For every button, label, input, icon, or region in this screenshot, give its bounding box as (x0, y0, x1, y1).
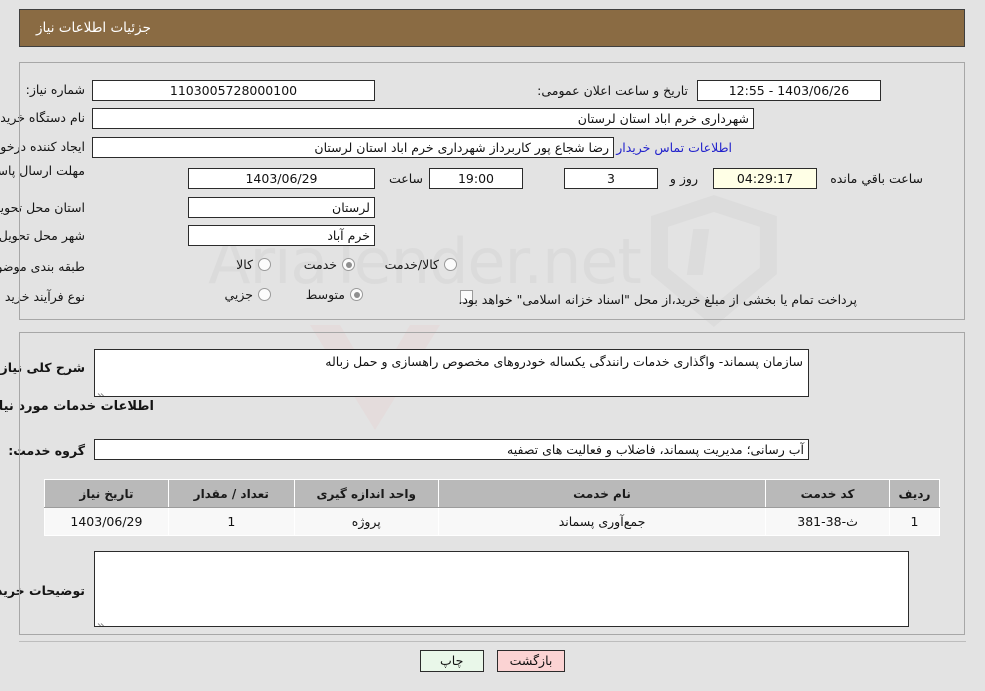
page-title: جزئیات اطلاعات نیاز (36, 20, 151, 36)
cell-row-number: 1 (888, 507, 941, 536)
col-quantity: تعداد / مقدار (167, 479, 295, 508)
table-header-row: ردیف کد خدمت نام خدمت واحد اندازه گیری ت… (44, 479, 941, 508)
col-row-number: ردیف (888, 479, 941, 508)
cell-service-name: جمع‌آوری پسماند (437, 507, 767, 536)
col-service-name: نام خدمت (437, 479, 767, 508)
cell-quantity: 1 (167, 507, 295, 536)
col-unit: واحد اندازه گیری (293, 479, 439, 508)
service-items-table: ردیف کد خدمت نام خدمت واحد اندازه گیری ت… (44, 479, 941, 536)
cell-service-code: ث-38-381 (765, 507, 890, 536)
table-row: 1 ث-38-381 جمع‌آوری پسماند پروژه 1 1403/… (44, 507, 941, 536)
col-service-code: کد خدمت (765, 479, 890, 508)
cell-need-date: 1403/06/29 (44, 507, 169, 536)
footer-button-bar: بازگشت چاپ (0, 650, 985, 672)
window-title-bar: جزئیات اطلاعات نیاز (19, 9, 965, 47)
back-button[interactable]: بازگشت (496, 650, 566, 672)
col-need-date: تاریخ نیاز (44, 479, 169, 508)
footer-divider (19, 641, 966, 642)
print-button[interactable]: چاپ (419, 650, 484, 672)
cell-unit: پروژه (293, 507, 439, 536)
need-info-panel (19, 62, 965, 320)
